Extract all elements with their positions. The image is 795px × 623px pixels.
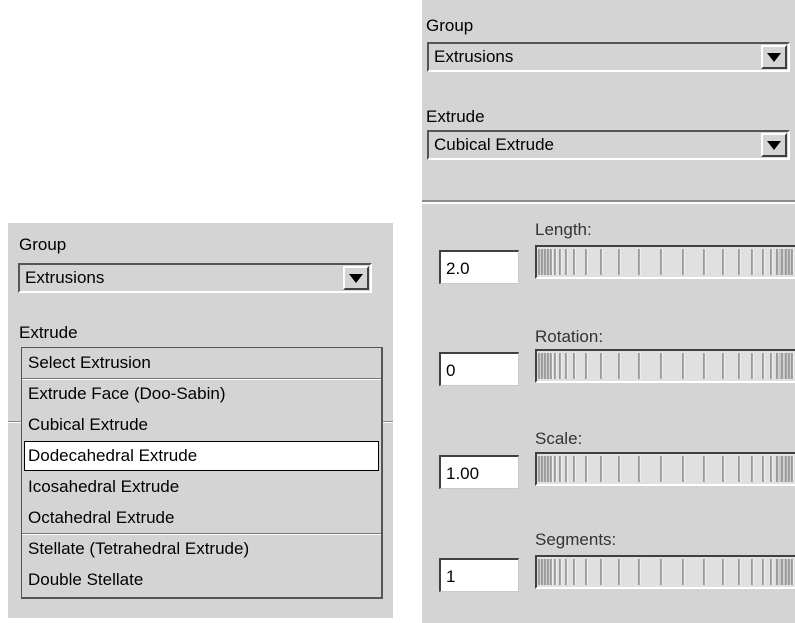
- extrude-label: Extrude: [19, 323, 78, 342]
- option-select-extrusion[interactable]: Select Extrusion: [24, 348, 379, 378]
- option-extrude-face[interactable]: Extrude Face (Doo-Sabin): [24, 379, 379, 409]
- group-label: Group: [426, 16, 474, 35]
- extrude-label: Extrude: [426, 107, 485, 126]
- group-select-button[interactable]: [343, 266, 369, 290]
- segments-slider[interactable]: [535, 555, 795, 589]
- slider-track-graphic: [537, 557, 795, 587]
- segments-field[interactable]: 1: [439, 558, 519, 592]
- slider-track-graphic: [537, 247, 795, 277]
- section-divider: [422, 200, 795, 204]
- rotation-field[interactable]: 0: [439, 352, 519, 386]
- triangle-down-icon: [767, 53, 781, 62]
- left-panel: Group Extrusions Extrude Select Extrusio…: [8, 223, 393, 618]
- scale-slider[interactable]: [535, 452, 795, 486]
- slider-track-graphic: [537, 454, 795, 484]
- group-select[interactable]: Extrusions: [427, 42, 790, 72]
- option-icosahedral-extrude[interactable]: Icosahedral Extrude: [24, 472, 379, 502]
- slider-track-graphic: [537, 351, 795, 381]
- length-label: Length:: [535, 220, 592, 239]
- group-select-value: Extrusions: [25, 268, 105, 287]
- triangle-down-icon: [767, 141, 781, 150]
- group-select-button[interactable]: [761, 45, 787, 69]
- option-double-stellate[interactable]: Double Stellate: [24, 565, 379, 595]
- length-slider[interactable]: [535, 245, 795, 279]
- group-select[interactable]: Extrusions: [18, 263, 372, 293]
- option-stellate[interactable]: Stellate (Tetrahedral Extrude): [24, 534, 379, 564]
- extrude-dropdown-list[interactable]: Select Extrusion Extrude Face (Doo-Sabin…: [21, 347, 383, 599]
- rotation-slider[interactable]: [535, 349, 795, 383]
- extrude-select[interactable]: Cubical Extrude: [427, 130, 790, 160]
- triangle-down-icon: [349, 274, 363, 283]
- rotation-label: Rotation:: [535, 327, 604, 346]
- extrude-select-value: Cubical Extrude: [434, 135, 555, 154]
- length-field[interactable]: 2.0: [439, 250, 519, 284]
- option-dodecahedral-extrude[interactable]: Dodecahedral Extrude: [24, 441, 379, 471]
- group-label: Group: [19, 235, 67, 254]
- option-cubical-extrude[interactable]: Cubical Extrude: [24, 410, 379, 440]
- segments-label: Segments:: [535, 530, 617, 549]
- option-octahedral-extrude[interactable]: Octahedral Extrude: [24, 503, 379, 533]
- scale-label: Scale:: [535, 429, 583, 448]
- scale-field[interactable]: 1.00: [439, 455, 519, 489]
- right-panel: Group Extrusions Extrude Cubical Extrude…: [422, 0, 795, 623]
- group-select-value: Extrusions: [434, 47, 514, 66]
- extrude-select-button[interactable]: [761, 133, 787, 157]
